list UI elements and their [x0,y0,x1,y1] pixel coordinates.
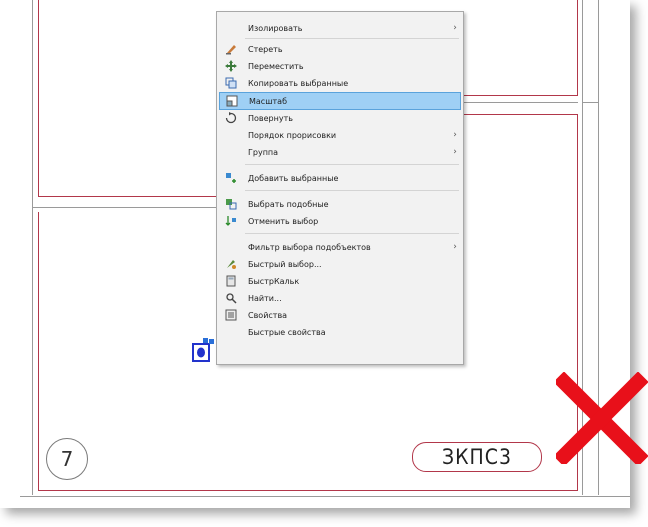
move-icon [224,59,238,73]
menu-item-quickcalc[interactable]: БыстрКальк [219,273,461,289]
menu-separator [245,190,459,191]
deselect-icon [224,214,238,228]
menu-item-select-similar[interactable]: Выбрать подобные [219,196,461,212]
red-frame-line [38,196,216,197]
submenu-arrow-icon: › [453,130,457,140]
blank-icon [224,128,238,142]
menu-item-scale[interactable]: Масштаб [219,92,461,110]
copy-icon [224,76,238,90]
blank-icon [224,325,238,339]
context-menu: Изолировать › Стереть Переместить Копиро… [216,11,464,365]
frame-line [462,102,578,103]
scale-icon [225,94,239,108]
red-frame-line [462,95,578,96]
frame-line [582,102,598,103]
quick-select-icon [224,257,238,271]
menu-item-find[interactable]: Найти... [219,290,461,306]
properties-icon [224,308,238,322]
find-icon [224,291,238,305]
menu-item-erase[interactable]: Стереть [219,41,461,57]
blank-icon [224,145,238,159]
menu-item-quick-select[interactable]: Быстрый выбор... [219,256,461,272]
menu-item-copy-selected[interactable]: Копировать выбранные [219,75,461,91]
frame-line [20,496,630,497]
red-cross-icon [556,372,648,464]
eraser-icon [224,42,238,56]
menu-item-group[interactable]: Группа › [219,144,461,160]
menu-item-rotate[interactable]: Повернуть [219,110,461,126]
menu-item-properties[interactable]: Свойства [219,307,461,323]
submenu-arrow-icon: › [453,242,457,252]
submenu-arrow-icon: › [453,23,457,33]
rotate-icon [224,111,238,125]
blank-icon [224,240,238,254]
menu-item-add-selected[interactable]: Добавить выбранные [219,170,461,186]
red-frame-line [38,0,39,196]
blank-icon [224,21,238,35]
menu-separator [245,164,459,165]
select-similar-icon [224,197,238,211]
menu-item-quick-properties[interactable]: Быстрые свойства [219,324,461,340]
callout-number: 7 [46,438,88,480]
menu-item-move[interactable]: Переместить [219,58,461,74]
frame-line [33,207,217,208]
red-frame-line [462,114,578,115]
menu-separator [245,38,459,39]
red-frame-line [38,490,578,491]
submenu-arrow-icon: › [453,147,457,157]
menu-item-draw-order[interactable]: Порядок прорисовки › [219,127,461,143]
menu-item-isolate[interactable]: Изолировать › [219,20,461,36]
calculator-icon [224,274,238,288]
red-frame-line [577,0,578,95]
device-label: ЗКПС3 [412,442,542,472]
menu-separator [245,233,459,234]
add-selected-icon [224,171,238,185]
menu-item-deselect[interactable]: Отменить выбор [219,213,461,229]
frame-line [32,0,33,495]
menu-item-subobject-filter[interactable]: Фильтр выбора подобъектов › [219,239,461,255]
selected-object-grip[interactable] [192,337,216,363]
red-frame-line [38,212,39,490]
